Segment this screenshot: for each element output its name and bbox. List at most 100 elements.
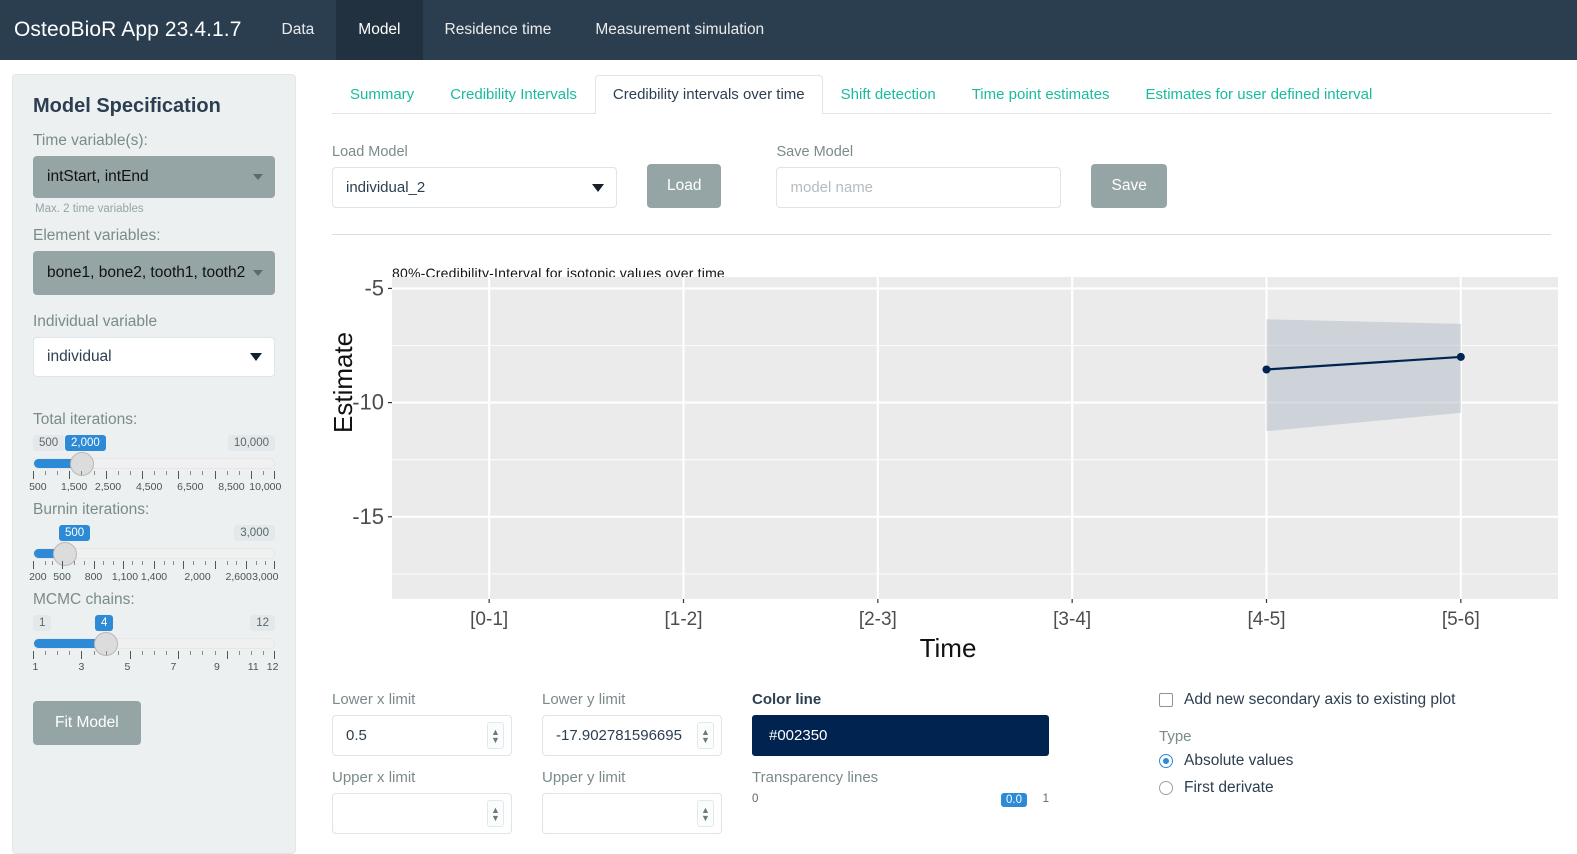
svg-text:[1-2]: [1-2] — [664, 609, 702, 630]
page-body: Model Specification Time variable(s): in… — [0, 60, 1577, 854]
svg-text:-10: -10 — [352, 390, 384, 415]
svg-text:[4-5]: [4-5] — [1247, 609, 1285, 630]
individual-variable-value: individual — [47, 348, 112, 365]
tab-estimates-user-defined-interval[interactable]: Estimates for user defined interval — [1128, 75, 1391, 114]
tab-time-point-estimates[interactable]: Time point estimates — [954, 75, 1128, 114]
type-option-label: First derivate — [1184, 779, 1274, 796]
total-iterations-slider-block: Total iterations: 500 2,000 10,000 500 1… — [29, 411, 281, 495]
tick-label: 2,000 — [184, 571, 211, 583]
checkbox-icon[interactable] — [1159, 693, 1173, 707]
color-line-label: Color line — [752, 691, 822, 708]
svg-text:[3-4]: [3-4] — [1053, 609, 1091, 630]
radio-icon[interactable] — [1159, 754, 1173, 768]
fit-model-button[interactable]: Fit Model — [33, 701, 141, 745]
color-line-value: #002350 — [769, 727, 828, 744]
stepper-icon[interactable]: ▲ ▼ — [697, 722, 714, 749]
type-option-absolute-values[interactable]: Absolute values — [1159, 752, 1455, 770]
svg-text:[5-6]: [5-6] — [1442, 609, 1480, 630]
save-model-input[interactable]: model name — [776, 167, 1062, 208]
tick-label: 500 — [29, 481, 47, 493]
secondary-axis-row[interactable]: Add new secondary axis to existing plot — [1159, 691, 1455, 709]
total-iterations-max: 10,000 — [227, 435, 275, 451]
individual-variable-label: Individual variable — [33, 313, 158, 330]
load-button[interactable]: Load — [647, 164, 722, 208]
chevron-down-icon — [592, 183, 604, 192]
tick-label: 500 — [53, 571, 71, 583]
secondary-axis-label: Add new secondary axis to existing plot — [1184, 691, 1456, 708]
nav-link-residence-time[interactable]: Residence time — [423, 0, 574, 60]
lower-y-limit-value: -17.902781596695 — [556, 727, 682, 744]
transparency-lines-label: Transparency lines — [752, 769, 879, 786]
mcmc-chains-label: MCMC chains: — [33, 591, 135, 608]
mcmc-chains-track[interactable] — [33, 632, 275, 656]
stepper-icon[interactable]: ▲ ▼ — [487, 722, 504, 749]
upper-x-limit-input[interactable]: ▲ ▼ — [332, 793, 512, 834]
tick-label: 11 — [247, 661, 259, 673]
transparency-lines-slider[interactable]: 0 0.0 1 — [752, 793, 1049, 811]
time-variable-select[interactable]: intStart, intEnd — [33, 156, 275, 198]
lower-y-limit-input[interactable]: -17.902781596695 ▲ ▼ — [542, 715, 722, 756]
tick-label: 1,400 — [140, 571, 168, 583]
total-iterations-label: Total iterations: — [33, 411, 138, 428]
tick-label: 6,500 — [177, 481, 204, 493]
type-option-first-derivate[interactable]: First derivate — [1159, 779, 1455, 797]
credibility-interval-chart: 80%-Credibility-Interval for isotopic va… — [328, 255, 1564, 675]
total-iterations-value: 2,000 — [65, 435, 106, 451]
burnin-iterations-ticklabels: 200 500 800 1,100 1,400 2,000 2,600 3,00… — [29, 571, 279, 585]
tick-label: 2,600 — [225, 571, 252, 583]
mcmc-chains-slider-block: MCMC chains: 1 4 12 1 3 5 7 9 11 12 — [32, 591, 278, 675]
tick-label: 200 — [29, 571, 47, 583]
burnin-iterations-tickrow — [33, 561, 275, 570]
options-column: Add new secondary axis to existing plot … — [1159, 691, 1455, 847]
svg-text:-5: -5 — [364, 275, 384, 300]
type-option-label: Absolute values — [1184, 752, 1294, 769]
nav-link-model[interactable]: Model — [336, 0, 423, 60]
tick-label: 3,000 — [252, 571, 279, 583]
model-specification-sidebar: Model Specification Time variable(s): in… — [12, 74, 296, 854]
total-iterations-tickrow — [33, 471, 275, 480]
stepper-icon[interactable]: ▲ ▼ — [697, 800, 714, 827]
tick-label: 1,500 — [60, 481, 88, 493]
main-content: Summary Credibility Intervals Credibilit… — [296, 74, 1565, 854]
load-model-group: Load Model individual_2 — [332, 144, 617, 208]
tab-summary[interactable]: Summary — [332, 75, 432, 114]
lower-x-limit-input[interactable]: 0.5 ▲ ▼ — [332, 715, 512, 756]
tick-label: 8,500 — [218, 481, 245, 493]
tab-shift-detection[interactable]: Shift detection — [823, 75, 954, 114]
burnin-iterations-track[interactable] — [33, 542, 275, 566]
chevron-down-icon — [253, 270, 263, 276]
tick-label: 10,000 — [249, 481, 282, 493]
color-line-swatch[interactable]: #002350 — [752, 715, 1049, 756]
y-limits-column: Lower y limit -17.902781596695 ▲ ▼ Upper … — [542, 691, 722, 847]
x-limits-column: Lower x limit 0.5 ▲ ▼ Upper x limit ▲ ▼ — [332, 691, 512, 847]
model-io-row: Load Model individual_2 Load Save Model … — [332, 144, 1551, 235]
sidebar-title: Model Specification — [33, 95, 221, 117]
element-variable-value: bone1, bone2, tooth1, tooth2 — [47, 264, 246, 281]
load-model-select[interactable]: individual_2 — [332, 167, 617, 208]
svg-text:[0-1]: [0-1] — [470, 609, 508, 630]
time-variable-helper: Max. 2 time variables — [35, 203, 144, 215]
burnin-iterations-value: 500 — [59, 525, 91, 541]
tab-credibility-intervals-over-time[interactable]: Credibility intervals over time — [594, 75, 823, 114]
upper-y-limit-input[interactable]: ▲ ▼ — [542, 793, 722, 834]
stepper-icon[interactable]: ▲ ▼ — [487, 800, 504, 827]
total-iterations-track[interactable] — [33, 452, 275, 476]
radio-icon[interactable] — [1159, 781, 1173, 795]
mcmc-chains-minmax: 1 4 12 — [33, 615, 275, 635]
tick-label: 800 — [84, 571, 103, 583]
nav-link-measurement-simulation[interactable]: Measurement simulation — [573, 0, 786, 60]
total-iterations-minmax: 500 2,000 10,000 — [33, 435, 275, 455]
tick-label: 9 — [213, 661, 220, 673]
tick-label: 2,500 — [94, 481, 122, 493]
element-variable-select[interactable]: bone1, bone2, tooth1, tooth2 — [33, 251, 275, 295]
chevron-down-icon — [253, 174, 263, 180]
individual-variable-select[interactable]: individual — [33, 337, 275, 377]
mcmc-chains-ticklabels: 1 3 5 7 9 11 12 — [32, 661, 278, 675]
tick-label: 3 — [78, 661, 85, 673]
load-model-label: Load Model — [332, 144, 408, 160]
tab-credibility-intervals[interactable]: Credibility Intervals — [432, 75, 595, 114]
nav-link-data[interactable]: Data — [260, 0, 337, 60]
tick-label: 12 — [266, 661, 279, 673]
tick-label: 7 — [170, 661, 177, 673]
save-button[interactable]: Save — [1091, 164, 1167, 208]
